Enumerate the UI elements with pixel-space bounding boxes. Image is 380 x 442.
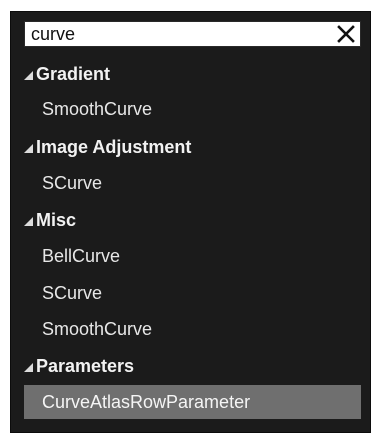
category-gradient[interactable]: Gradient [24, 57, 110, 91]
search-box[interactable] [24, 21, 361, 47]
expand-triangle-icon [24, 143, 33, 153]
list-item-scurve[interactable]: SCurve [42, 166, 102, 200]
category-label: Misc [36, 209, 77, 230]
category-label: Gradient [36, 63, 111, 84]
category-label: Parameters [36, 355, 135, 376]
list-item-curveatlasrowparameter[interactable]: CurveAtlasRowParameter [24, 385, 361, 419]
list-item-bellcurve[interactable]: BellCurve [42, 239, 120, 273]
search-input[interactable] [25, 22, 331, 46]
expand-triangle-icon [24, 70, 33, 80]
category-label: Image Adjustment [36, 136, 192, 157]
close-icon [337, 25, 355, 43]
action-search-menu: Gradient SmoothCurve Image Adjustment SC… [10, 11, 371, 433]
list-item-smoothcurve[interactable]: SmoothCurve [42, 92, 152, 126]
expand-triangle-icon [24, 362, 33, 372]
list-item-scurve[interactable]: SCurve [42, 276, 102, 310]
list-item-smoothcurve[interactable]: SmoothCurve [42, 312, 152, 346]
expand-triangle-icon [24, 216, 33, 226]
category-parameters[interactable]: Parameters [24, 349, 134, 383]
category-image-adjustment[interactable]: Image Adjustment [24, 130, 191, 164]
clear-search-button[interactable] [333, 22, 359, 46]
category-misc[interactable]: Misc [24, 203, 76, 237]
